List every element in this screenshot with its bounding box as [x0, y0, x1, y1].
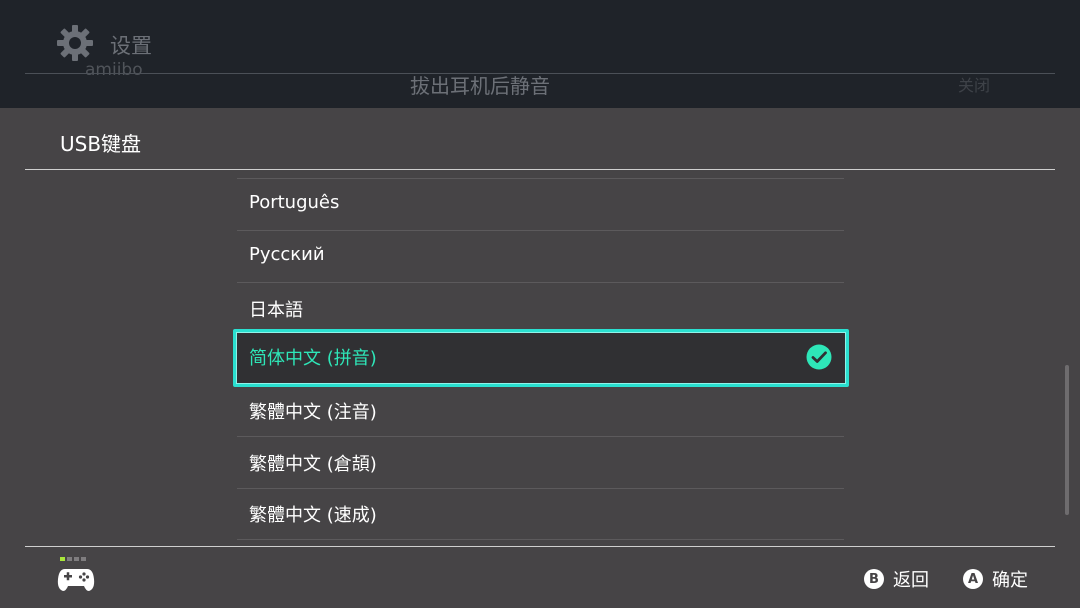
list-item-russian[interactable]: Русский — [237, 231, 844, 283]
background-mute-value: 关闭 — [958, 76, 991, 95]
list-item-label: 简体中文 (拼音) — [249, 348, 377, 369]
list-item-portuguese[interactable]: Português — [237, 179, 844, 231]
footer-divider — [25, 546, 1055, 547]
list-item-japanese[interactable]: 日本語 — [237, 283, 844, 335]
list-item-label: 繁體中文 (速成) — [249, 505, 377, 526]
background-mute-label: 拔出耳机后静音 — [410, 74, 550, 98]
list-item-simplified-chinese-pinyin[interactable]: 简体中文 (拼音) — [233, 329, 849, 387]
list-item-label: 繁體中文 (倉頡) — [249, 454, 377, 475]
panel-divider — [25, 169, 1055, 170]
gear-icon — [57, 25, 93, 61]
background-amiibo-label: amiibo — [85, 60, 143, 80]
list-item-label: Русский — [249, 244, 325, 265]
scrollbar[interactable] — [1065, 365, 1069, 515]
confirm-label: 确定 — [992, 570, 1028, 591]
list-item-traditional-chinese-zhuyin[interactable]: 繁體中文 (注音) — [237, 385, 844, 437]
footer-actions: B 返回 A 确定 — [830, 566, 1028, 592]
list-item-traditional-chinese-cangjie[interactable]: 繁體中文 (倉頡) — [237, 437, 844, 489]
b-button-icon: B — [864, 569, 884, 589]
list-item-label: 日本語 — [249, 300, 303, 321]
list-item-label: 繁體中文 (注音) — [249, 402, 377, 423]
confirm-button[interactable]: A 确定 — [963, 566, 1028, 592]
screen: 设置 amiibo 拔出耳机后静音 关闭 USB键盘 Português Рус… — [0, 0, 1080, 608]
background-settings-header: 设置 amiibo 拔出耳机后静音 关闭 — [0, 0, 1080, 108]
list-item-label: Português — [249, 192, 340, 213]
controller-icon — [57, 557, 95, 591]
checkmark-icon — [806, 344, 832, 370]
panel-title: USB键盘 — [60, 132, 142, 156]
background-page-title: 设置 — [110, 34, 152, 58]
back-button[interactable]: B 返回 — [864, 566, 929, 592]
back-label: 返回 — [893, 570, 929, 591]
list-item-traditional-chinese-quick[interactable]: 繁體中文 (速成) — [237, 488, 844, 540]
a-button-icon: A — [963, 569, 983, 589]
